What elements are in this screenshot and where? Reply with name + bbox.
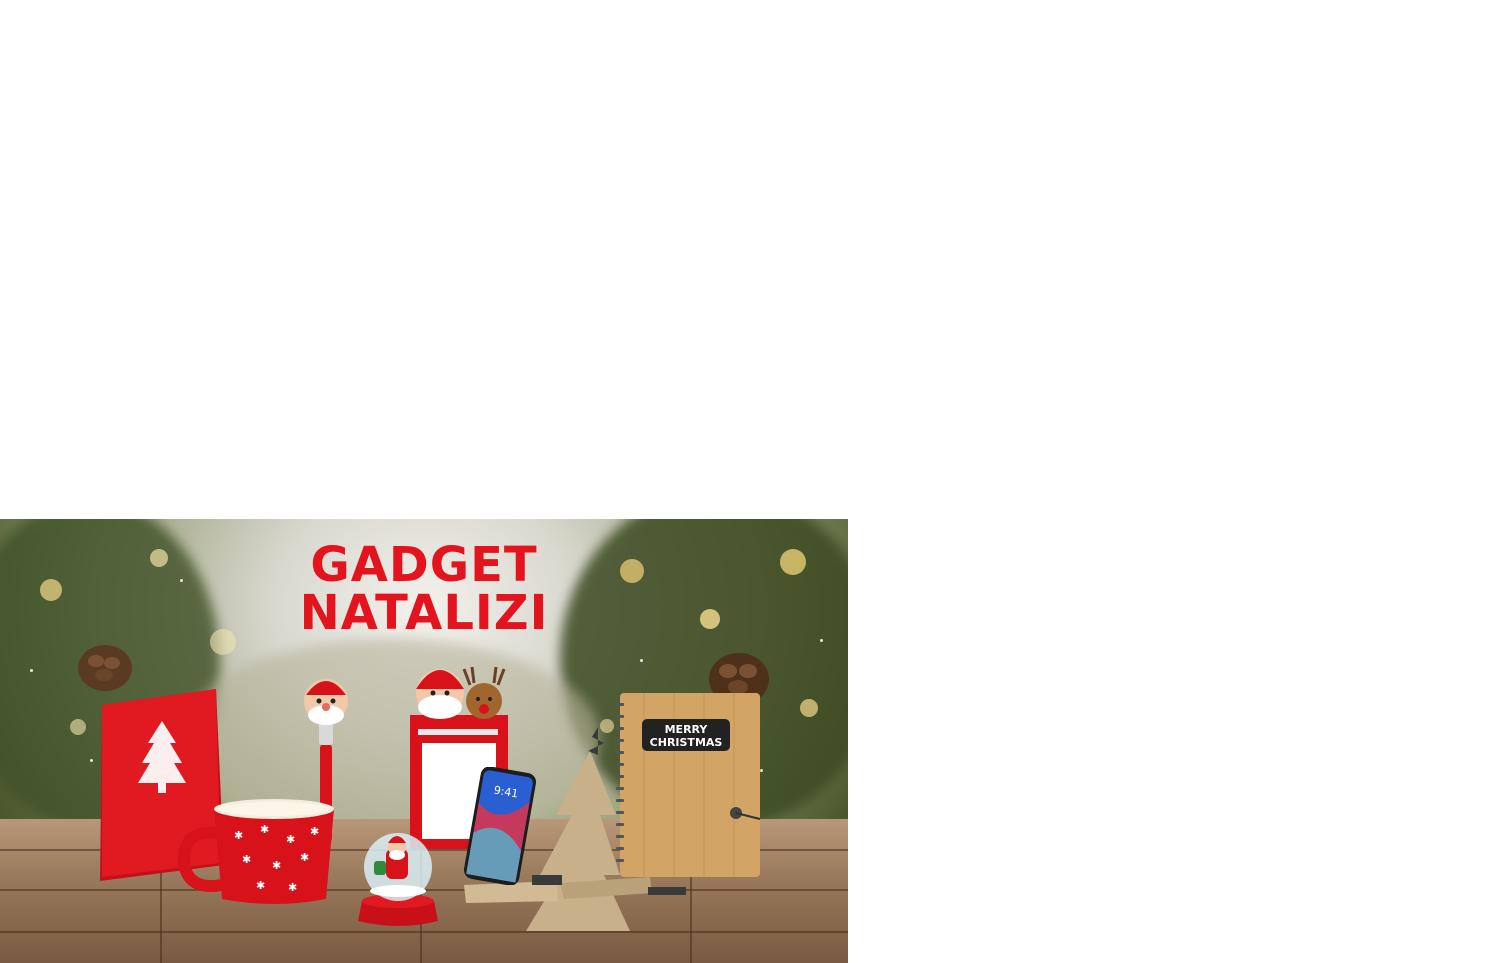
smartphone: 9:41 [463, 767, 537, 885]
bokeh-light [800, 699, 818, 717]
snowflake [30, 669, 33, 672]
svg-text:✱: ✱ [260, 823, 269, 836]
banner-title: GADGET NATALIZI [248, 541, 600, 637]
page: GADGET NATALIZI MERRY CHRISTMAS 9:41 ✱ ✱… [0, 0, 1500, 963]
svg-text:✱: ✱ [288, 881, 297, 894]
bokeh-light [210, 629, 236, 655]
svg-text:✱: ✱ [286, 833, 295, 846]
svg-text:✱: ✱ [310, 825, 319, 838]
snowflake [90, 759, 93, 762]
snowflake [640, 659, 643, 662]
bokeh-light [700, 609, 720, 629]
red-enamel-mug: ✱ ✱ ✱ ✱ ✱ ✱ ✱ ✱ ✱ [177, 799, 334, 904]
snowflake [180, 579, 183, 582]
svg-text:✱: ✱ [242, 853, 251, 866]
bokeh-light [780, 549, 806, 575]
bokeh-light [40, 579, 62, 601]
bokeh-light [70, 719, 86, 735]
pine-cone-left [78, 645, 132, 691]
plank-seam [0, 931, 848, 933]
title-line-2: NATALIZI [299, 585, 549, 641]
snowflake [820, 639, 823, 642]
snow-globe-santa [358, 833, 438, 926]
bokeh-light [150, 549, 168, 567]
svg-text:✱: ✱ [300, 851, 309, 864]
svg-text:✱: ✱ [272, 859, 281, 872]
bokeh-light [620, 559, 644, 583]
christmas-gadgets-banner: GADGET NATALIZI MERRY CHRISTMAS 9:41 ✱ ✱… [0, 519, 848, 963]
title-line-1: GADGET [310, 537, 538, 593]
svg-text:✱: ✱ [256, 879, 265, 892]
svg-text:✱: ✱ [234, 829, 243, 842]
